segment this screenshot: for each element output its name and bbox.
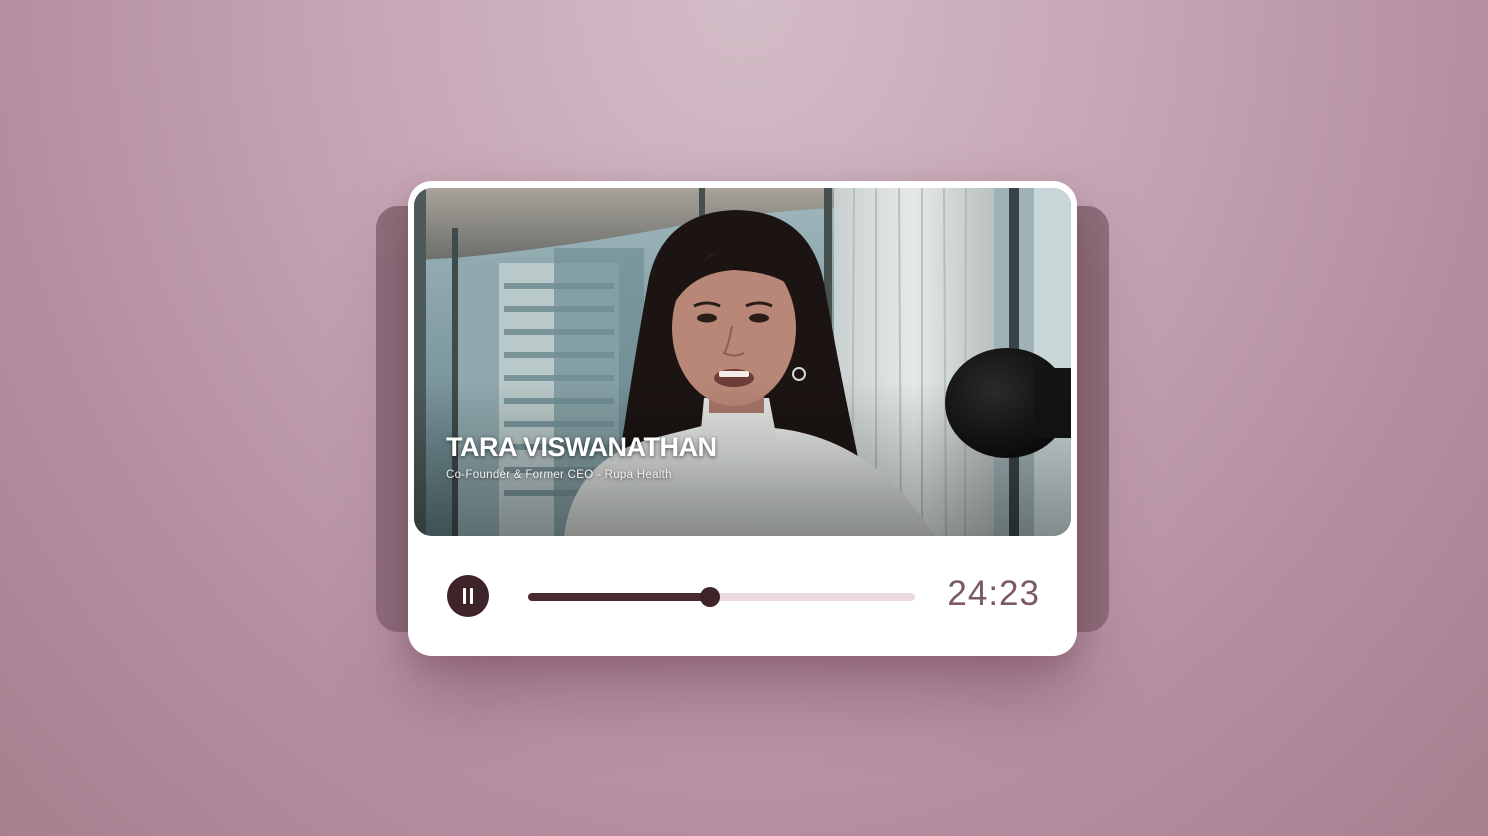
- player-controls: 24:23: [408, 536, 1077, 656]
- time-display: 24:23: [947, 574, 1040, 613]
- speaker-title: Co-Founder & Former CEO - Rupa Health: [446, 469, 672, 481]
- speaker-name: TARA VISWANATHAN: [446, 432, 717, 462]
- video-thumbnail: [414, 188, 1071, 536]
- pause-button[interactable]: [447, 575, 489, 617]
- progress-track[interactable]: [528, 587, 915, 607]
- progress-handle[interactable]: [699, 587, 720, 607]
- pause-icon: [470, 588, 473, 604]
- lower-third: TARA VISWANATHAN Co-Founder & Former CEO…: [446, 431, 717, 481]
- video-player-card: TARA VISWANATHAN Co-Founder & Former CEO…: [408, 181, 1077, 656]
- video-frame[interactable]: TARA VISWANATHAN Co-Founder & Former CEO…: [414, 188, 1071, 536]
- pause-icon: [463, 588, 466, 604]
- progress-fill: [528, 593, 710, 601]
